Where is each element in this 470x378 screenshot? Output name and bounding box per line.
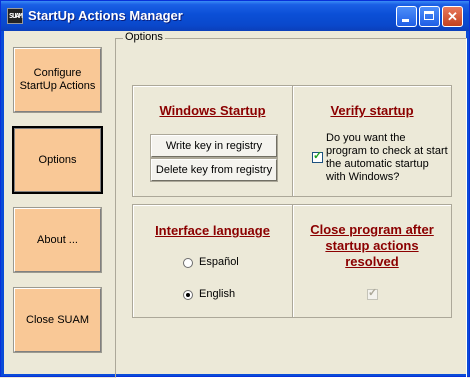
english-label[interactable]: English (199, 288, 235, 301)
interface-language-title: Interface language (155, 223, 270, 238)
close-icon: ✕ (447, 9, 458, 24)
about-label: About ... (37, 233, 78, 246)
app-icon-text: SUAM (9, 12, 23, 20)
delete-key-button[interactable]: Delete key from registry (150, 158, 278, 182)
spanish-label[interactable]: Español (199, 256, 239, 269)
about-button[interactable]: About ... (13, 207, 102, 273)
close-after-checkbox[interactable]: ✓ (367, 287, 378, 300)
close-after-panel: Close program after startup actions reso… (292, 204, 452, 318)
radio-selected-dot (186, 293, 190, 297)
options-legend: Options (123, 31, 165, 43)
english-radio[interactable] (183, 290, 193, 300)
minimize-icon (402, 19, 409, 22)
verify-startup-question: Do you want the program to check at star… (326, 132, 448, 183)
options-label: Options (38, 153, 77, 166)
verify-startup-panel: Verify startup ✓ Do you want the program… (292, 85, 452, 197)
close-suam-button[interactable]: Close SUAM (13, 287, 102, 353)
windows-startup-panel: Windows Startup Write key in registry De… (132, 85, 293, 197)
check-icon: ✓ (368, 287, 378, 299)
options-button[interactable]: Options (12, 126, 103, 194)
close-suam-label: Close SUAM (26, 313, 89, 326)
check-icon: ✓ (313, 150, 323, 162)
maximize-button[interactable] (419, 6, 440, 27)
verify-startup-title: Verify startup (330, 103, 414, 118)
client-area: Configure StartUp Actions Options About … (4, 31, 467, 378)
interface-language-panel: Interface language Español English (132, 204, 293, 318)
close-after-title: Close program after startup actions reso… (310, 222, 434, 269)
close-button[interactable]: ✕ (442, 6, 463, 27)
write-key-button[interactable]: Write key in registry (150, 134, 278, 158)
maximize-icon (424, 11, 434, 20)
main-window: SUAM StartUp Actions Manager ✕ Configure… (0, 0, 470, 378)
verify-startup-checkbox[interactable]: ✓ (312, 150, 323, 163)
configure-startup-actions-button[interactable]: Configure StartUp Actions (13, 47, 102, 113)
window-title: StartUp Actions Manager (28, 8, 183, 23)
spanish-radio[interactable] (183, 258, 193, 268)
minimize-button[interactable] (396, 6, 417, 27)
app-icon[interactable]: SUAM (7, 8, 23, 24)
windows-startup-title: Windows Startup (159, 103, 266, 118)
configure-label: Configure StartUp Actions (19, 67, 96, 92)
title-bar[interactable]: SUAM StartUp Actions Manager ✕ (1, 1, 469, 31)
